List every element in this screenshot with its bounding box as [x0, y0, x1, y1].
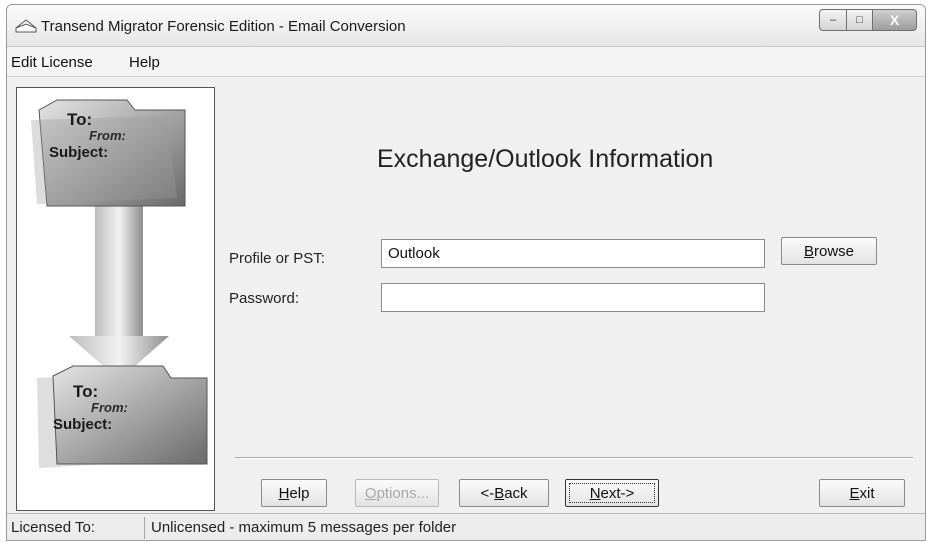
button-separator — [235, 457, 913, 459]
help-button[interactable]: Help — [261, 479, 327, 507]
title-bar[interactable]: Transend Migrator Forensic Edition - Ema… — [7, 5, 925, 47]
email-transfer-illustration — [31, 99, 208, 468]
options-label: Options... — [364, 484, 430, 502]
window-controls: – □ X — [819, 9, 917, 31]
page-title: Exchange/Outlook Information — [377, 145, 714, 173]
window-title: Transend Migrator Forensic Edition - Ema… — [41, 18, 406, 35]
minimize-icon: – — [829, 14, 837, 26]
browse-button[interactable]: Browse — [781, 237, 877, 265]
exit-button[interactable]: Exit — [819, 479, 905, 507]
status-label: Licensed To: — [9, 517, 145, 539]
browse-label: Browse — [803, 242, 855, 260]
top-card-to: To: — [67, 110, 93, 129]
illustration-panel: To: From: Subject: To: From: Subject: — [16, 87, 215, 511]
menu-edit-license[interactable]: Edit License — [11, 54, 93, 71]
profile-label: Profile or PST: — [229, 250, 325, 267]
app-window: Transend Migrator Forensic Edition - Ema… — [6, 4, 926, 541]
profile-value: Outlook — [388, 245, 440, 262]
menu-help[interactable]: Help — [129, 54, 160, 71]
down-arrow-icon — [69, 188, 169, 380]
maximize-icon: □ — [856, 14, 863, 26]
bottom-card-to: To: — [73, 382, 99, 401]
top-card-subject: Subject: — [49, 144, 109, 161]
status-bar: Licensed To: Unlicensed - maximum 5 mess… — [7, 513, 925, 540]
maximize-button[interactable]: □ — [847, 9, 873, 31]
menu-bar: Edit License Help — [7, 47, 925, 77]
focus-rectangle — [569, 483, 655, 503]
exit-label: Exit — [849, 484, 875, 502]
password-input[interactable] — [381, 283, 765, 312]
close-button[interactable]: X — [873, 9, 917, 31]
password-label: Password: — [229, 290, 300, 307]
top-card-from: From: — [89, 128, 126, 143]
bottom-card-subject: Subject: — [53, 416, 113, 433]
help-label: Help — [278, 484, 310, 502]
back-button[interactable]: <-Back — [459, 479, 549, 507]
envelope-app-icon — [15, 19, 37, 33]
next-button[interactable]: Next-> — [565, 479, 659, 507]
minimize-button[interactable]: – — [819, 9, 847, 31]
bottom-card-from: From: — [91, 400, 128, 415]
options-button[interactable]: Options... — [355, 479, 439, 507]
back-label: <-Back — [480, 484, 528, 502]
status-license-text: Unlicensed - maximum 5 messages per fold… — [151, 519, 457, 536]
profile-input[interactable]: Outlook — [381, 239, 765, 268]
close-icon: X — [889, 12, 900, 28]
